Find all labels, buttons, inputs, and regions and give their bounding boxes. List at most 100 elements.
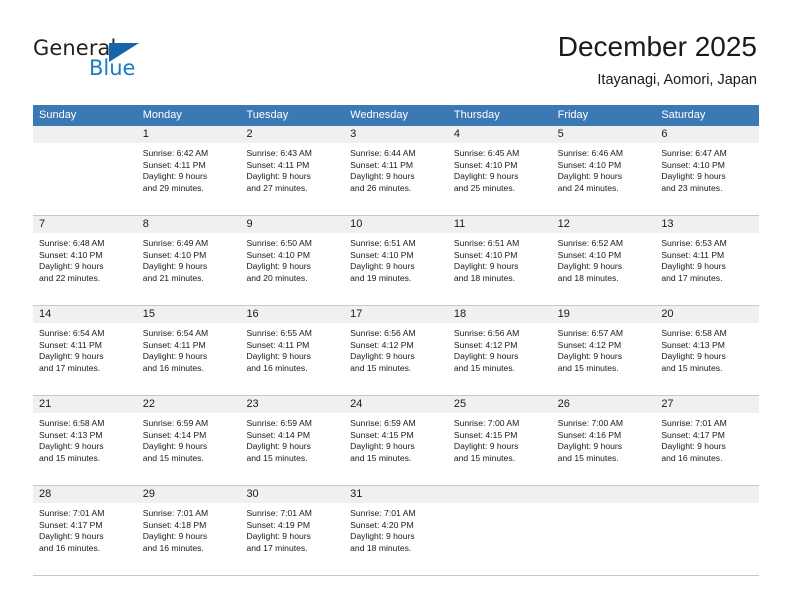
day-cell[interactable]: 16 Sunrise: 6:55 AM Sunset: 4:11 PM Dayl… — [240, 306, 345, 395]
sunset-text: Sunset: 4:12 PM — [350, 339, 414, 350]
day-cell[interactable]: 18 Sunrise: 6:56 AM Sunset: 4:12 PM Dayl… — [447, 306, 552, 395]
day-details: Sunrise: 6:53 AM Sunset: 4:11 PM Dayligh… — [655, 233, 759, 284]
day-cell[interactable]: 24 Sunrise: 6:59 AM Sunset: 4:15 PM Dayl… — [344, 396, 448, 485]
daylight-text-line1: Daylight: 9 hours — [39, 351, 104, 362]
daylight-text-line1: Daylight: 9 hours — [453, 441, 519, 452]
day-details: Sunrise: 7:00 AM Sunset: 4:16 PM Dayligh… — [552, 413, 656, 464]
weekday-sunday: Sunday — [39, 109, 77, 121]
day-cell[interactable]: 22 Sunrise: 6:59 AM Sunset: 4:14 PM Dayl… — [136, 396, 241, 485]
day-cell[interactable]: 10 Sunrise: 6:51 AM Sunset: 4:10 PM Dayl… — [344, 216, 448, 305]
daylight-text-line1: Daylight: 9 hours — [142, 531, 208, 542]
sunrise-text: Sunrise: 6:47 AM — [661, 148, 727, 158]
daylight-text-line1: Daylight: 9 hours — [142, 261, 208, 272]
daylight-text-line1: Daylight: 9 hours — [557, 261, 623, 272]
day-details: Sunrise: 6:51 AM Sunset: 4:10 PM Dayligh… — [344, 233, 448, 284]
day-cell[interactable]: 13 Sunrise: 6:53 AM Sunset: 4:11 PM Dayl… — [655, 216, 760, 305]
day-cell[interactable] — [551, 486, 656, 575]
sunset-text: Sunset: 4:19 PM — [246, 519, 310, 530]
day-cell[interactable]: 5 Sunrise: 6:46 AM Sunset: 4:10 PM Dayli… — [551, 126, 656, 215]
daylight-text-line2: and 17 minutes. — [246, 542, 308, 553]
day-details: Sunrise: 6:58 AM Sunset: 4:13 PM Dayligh… — [33, 413, 137, 464]
sunset-text: Sunset: 4:10 PM — [557, 249, 622, 260]
day-cell[interactable]: 12 Sunrise: 6:52 AM Sunset: 4:10 PM Dayl… — [551, 216, 656, 305]
sunrise-text: Sunrise: 6:46 AM — [557, 148, 624, 158]
general-blue-logo[interactable]: General Blue — [33, 36, 163, 86]
day-details: Sunrise: 6:59 AM Sunset: 4:15 PM Dayligh… — [344, 413, 448, 464]
calendar-grid: Sunday Monday Tuesday Wednesday Thursday… — [33, 105, 760, 576]
sunrise-text: Sunrise: 6:58 AM — [661, 328, 727, 338]
day-cell[interactable] — [33, 126, 137, 215]
sunrise-text: Sunrise: 6:43 AM — [246, 148, 312, 158]
sunset-text: Sunset: 4:17 PM — [661, 429, 725, 440]
day-cell[interactable]: 19 Sunrise: 6:57 AM Sunset: 4:12 PM Dayl… — [551, 306, 656, 395]
sunrise-text: Sunrise: 7:01 AM — [246, 508, 312, 518]
sunset-text: Sunset: 4:14 PM — [246, 429, 310, 440]
calendar-week-row: 1 Sunrise: 6:42 AM Sunset: 4:11 PM Dayli… — [33, 126, 760, 216]
day-cell[interactable]: 9 Sunrise: 6:50 AM Sunset: 4:10 PM Dayli… — [240, 216, 345, 305]
day-details: Sunrise: 6:51 AM Sunset: 4:10 PM Dayligh… — [448, 233, 552, 284]
weekday-thursday: Thursday — [453, 109, 500, 121]
daylight-text-line2: and 23 minutes. — [661, 182, 723, 193]
daylight-text-line1: Daylight: 9 hours — [142, 171, 208, 182]
daylight-text-line1: Daylight: 9 hours — [661, 351, 726, 362]
day-cell[interactable]: 25 Sunrise: 7:00 AM Sunset: 4:15 PM Dayl… — [447, 396, 552, 485]
day-details: Sunrise: 6:55 AM Sunset: 4:11 PM Dayligh… — [240, 323, 344, 374]
sunset-text: Sunset: 4:10 PM — [246, 249, 310, 260]
day-cell[interactable]: 11 Sunrise: 6:51 AM Sunset: 4:10 PM Dayl… — [447, 216, 552, 305]
daylight-text-line2: and 29 minutes. — [142, 182, 204, 193]
day-details: Sunrise: 6:45 AM Sunset: 4:10 PM Dayligh… — [448, 143, 552, 194]
day-cell[interactable]: 14 Sunrise: 6:54 AM Sunset: 4:11 PM Dayl… — [33, 306, 137, 395]
sunrise-text: Sunrise: 6:55 AM — [246, 328, 312, 338]
day-cell[interactable]: 7 Sunrise: 6:48 AM Sunset: 4:10 PM Dayli… — [33, 216, 137, 305]
day-number: 21 — [33, 396, 137, 413]
day-cell[interactable] — [655, 486, 760, 575]
sunset-text: Sunset: 4:10 PM — [557, 159, 622, 170]
day-cell[interactable] — [447, 486, 552, 575]
day-cell[interactable]: 15 Sunrise: 6:54 AM Sunset: 4:11 PM Dayl… — [136, 306, 241, 395]
day-number: 24 — [344, 396, 448, 413]
sunrise-text: Sunrise: 7:01 AM — [39, 508, 105, 518]
sunset-text: Sunset: 4:10 PM — [453, 159, 518, 170]
day-details: Sunrise: 7:01 AM Sunset: 4:19 PM Dayligh… — [240, 503, 344, 554]
day-details: Sunrise: 6:46 AM Sunset: 4:10 PM Dayligh… — [552, 143, 656, 194]
day-number: 22 — [136, 396, 241, 413]
day-cell[interactable]: 6 Sunrise: 6:47 AM Sunset: 4:10 PM Dayli… — [655, 126, 760, 215]
day-cell[interactable]: 2 Sunrise: 6:43 AM Sunset: 4:11 PM Dayli… — [240, 126, 345, 215]
day-details: Sunrise: 6:49 AM Sunset: 4:10 PM Dayligh… — [137, 233, 241, 284]
day-cell[interactable]: 20 Sunrise: 6:58 AM Sunset: 4:13 PM Dayl… — [655, 306, 760, 395]
day-number: 29 — [136, 486, 241, 503]
daylight-text-line2: and 18 minutes. — [557, 272, 619, 283]
day-details: Sunrise: 6:54 AM Sunset: 4:11 PM Dayligh… — [137, 323, 241, 374]
day-cell[interactable]: 29 Sunrise: 7:01 AM Sunset: 4:18 PM Dayl… — [136, 486, 241, 575]
day-number: 27 — [655, 396, 760, 413]
sunset-text: Sunset: 4:10 PM — [453, 249, 518, 260]
sunrise-text: Sunrise: 7:00 AM — [453, 418, 520, 428]
daylight-text-line2: and 15 minutes. — [350, 452, 412, 463]
day-number: 9 — [240, 216, 345, 233]
day-details: Sunrise: 6:56 AM Sunset: 4:12 PM Dayligh… — [344, 323, 448, 374]
sunrise-text: Sunrise: 7:01 AM — [142, 508, 209, 518]
day-cell[interactable]: 1 Sunrise: 6:42 AM Sunset: 4:11 PM Dayli… — [136, 126, 241, 215]
day-cell[interactable]: 23 Sunrise: 6:59 AM Sunset: 4:14 PM Dayl… — [240, 396, 345, 485]
sunrise-text: Sunrise: 6:50 AM — [246, 238, 312, 248]
page-subtitle: Itayanagi, Aomori, Japan — [597, 72, 757, 88]
day-cell[interactable]: 3 Sunrise: 6:44 AM Sunset: 4:11 PM Dayli… — [344, 126, 448, 215]
day-cell[interactable]: 31 Sunrise: 7:01 AM Sunset: 4:20 PM Dayl… — [344, 486, 448, 575]
day-cell[interactable]: 8 Sunrise: 6:49 AM Sunset: 4:10 PM Dayli… — [136, 216, 241, 305]
day-cell[interactable]: 21 Sunrise: 6:58 AM Sunset: 4:13 PM Dayl… — [33, 396, 137, 485]
day-cell[interactable]: 17 Sunrise: 6:56 AM Sunset: 4:12 PM Dayl… — [344, 306, 448, 395]
day-cell[interactable]: 30 Sunrise: 7:01 AM Sunset: 4:19 PM Dayl… — [240, 486, 345, 575]
daylight-text-line2: and 18 minutes. — [350, 542, 412, 553]
day-details: Sunrise: 6:47 AM Sunset: 4:10 PM Dayligh… — [655, 143, 759, 194]
day-cell[interactable]: 26 Sunrise: 7:00 AM Sunset: 4:16 PM Dayl… — [551, 396, 656, 485]
daylight-text-line2: and 24 minutes. — [557, 182, 619, 193]
day-number: 4 — [447, 126, 552, 143]
day-details: Sunrise: 7:01 AM Sunset: 4:20 PM Dayligh… — [344, 503, 448, 554]
day-number: 23 — [240, 396, 345, 413]
daylight-text-line2: and 15 minutes. — [453, 362, 516, 373]
day-cell[interactable]: 27 Sunrise: 7:01 AM Sunset: 4:17 PM Dayl… — [655, 396, 760, 485]
day-details: Sunrise: 6:59 AM Sunset: 4:14 PM Dayligh… — [137, 413, 241, 464]
day-cell[interactable]: 4 Sunrise: 6:45 AM Sunset: 4:10 PM Dayli… — [447, 126, 552, 215]
day-cell[interactable]: 28 Sunrise: 7:01 AM Sunset: 4:17 PM Dayl… — [33, 486, 137, 575]
sunset-text: Sunset: 4:11 PM — [246, 339, 310, 350]
